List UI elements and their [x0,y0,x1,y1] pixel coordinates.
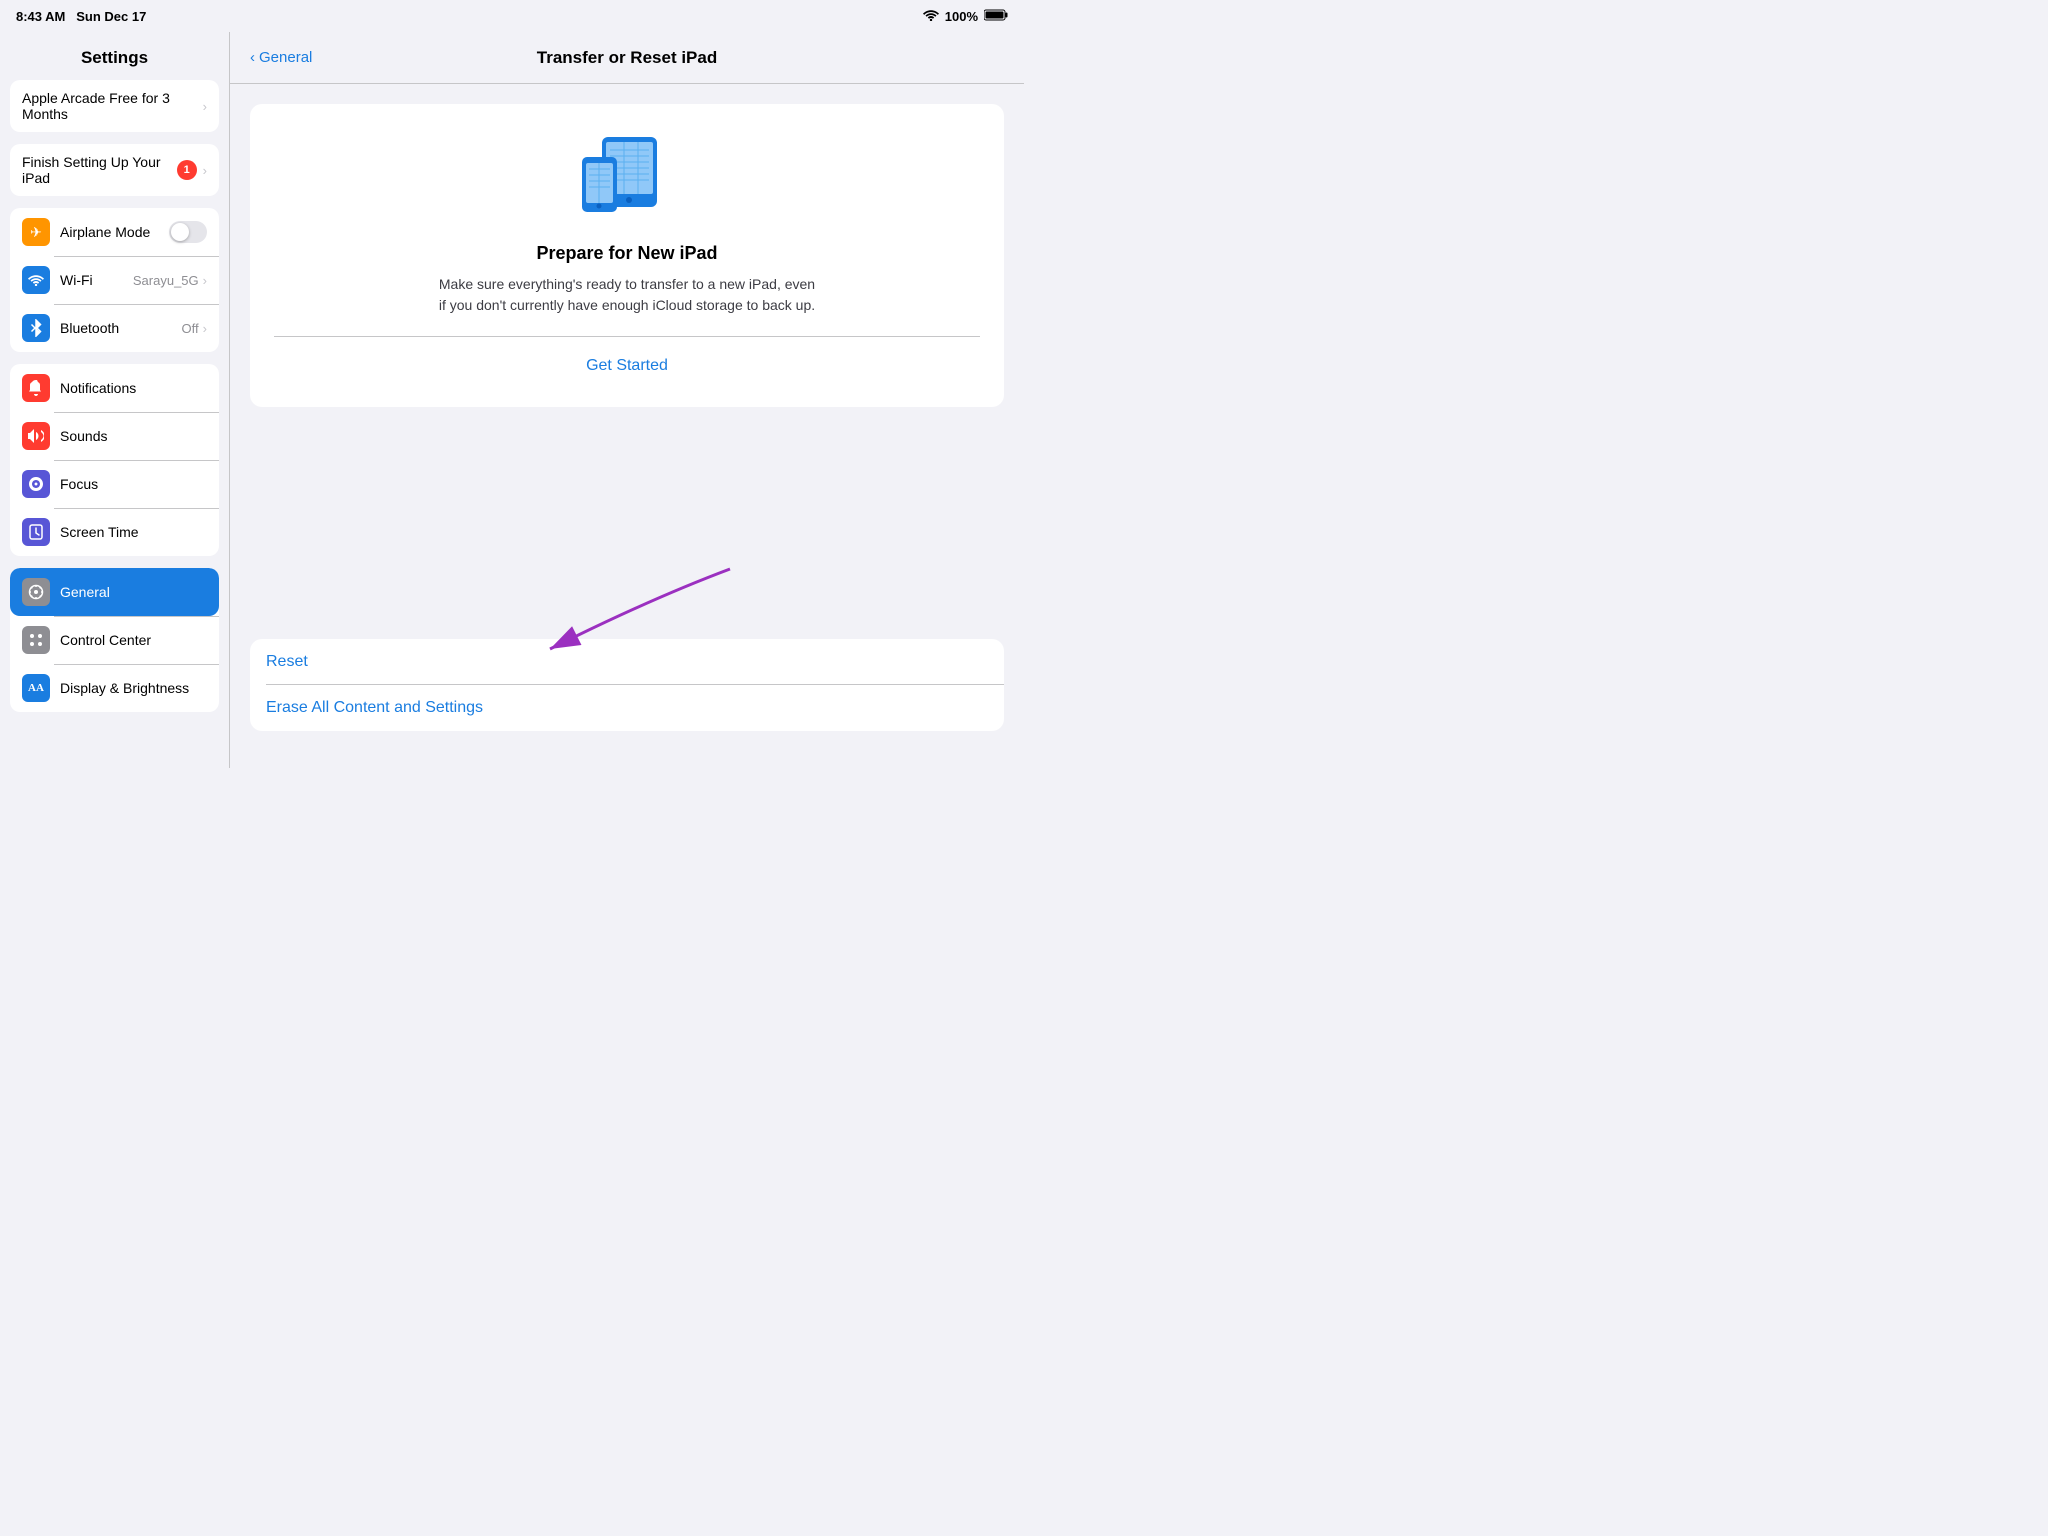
sidebar-item-general[interactable]: General [10,568,219,616]
sidebar-item-screen-time[interactable]: Screen Time [10,508,219,556]
display-icon: AA [22,674,50,702]
airplane-toggle[interactable] [169,221,207,243]
sidebar-item-notifications[interactable]: Notifications [10,364,219,412]
prepare-title: Prepare for New iPad [536,243,717,264]
sidebar-item-arcade[interactable]: Apple Arcade Free for 3 Months › [10,80,219,132]
notifications-icon [22,374,50,402]
erase-item[interactable]: Erase All Content and Settings [250,685,1004,731]
status-indicators: 100% [923,9,1008,24]
sidebar-group-setup: Finish Setting Up Your iPad 1 › [10,144,219,196]
general-icon [22,578,50,606]
airplane-icon: ✈ [22,218,50,246]
back-chevron-icon: ‹ [250,49,255,66]
sounds-icon [22,422,50,450]
sidebar-item-bluetooth[interactable]: Bluetooth Off › [10,304,219,352]
app-body: Settings Apple Arcade Free for 3 Months … [0,32,1024,768]
control-center-icon [22,626,50,654]
back-label: General [259,49,312,66]
get-started-button[interactable]: Get Started [586,353,668,379]
battery-percentage: 100% [945,9,978,24]
prepare-description: Make sure everything's ready to transfer… [437,274,817,316]
sidebar: Settings Apple Arcade Free for 3 Months … [0,32,230,768]
status-time-date: 8:43 AM Sun Dec 17 [16,9,146,24]
sidebar-item-sounds[interactable]: Sounds [10,412,219,460]
sidebar-group-connectivity: ✈ Airplane Mode Wi-Fi Sarayu_5G › [10,208,219,352]
sidebar-item-airplane[interactable]: ✈ Airplane Mode [10,208,219,256]
devices-illustration [577,132,677,227]
sidebar-group-system: Notifications Sounds Fo [10,364,219,556]
reset-item[interactable]: Reset [250,639,1004,685]
prepare-divider [274,336,980,337]
back-button[interactable]: ‹ General [250,49,312,66]
sidebar-title: Settings [0,40,229,80]
bluetooth-icon [22,314,50,342]
content-header: ‹ General Transfer or Reset iPad [230,32,1024,84]
focus-icon [22,470,50,498]
sidebar-item-control-center[interactable]: Control Center [10,616,219,664]
status-bar: 8:43 AM Sun Dec 17 100% [0,0,1024,32]
chevron-icon: › [203,163,207,178]
wifi-setting-icon [22,266,50,294]
content-body: Prepare for New iPad Make sure everythin… [230,84,1024,751]
sidebar-item-wifi[interactable]: Wi-Fi Sarayu_5G › [10,256,219,304]
sidebar-item-display[interactable]: AA Display & Brightness [10,664,219,712]
chevron-icon: › [203,321,207,336]
sidebar-group-promo: Apple Arcade Free for 3 Months › [10,80,219,132]
page-title: Transfer or Reset iPad [537,48,717,68]
content-panel: ‹ General Transfer or Reset iPad [230,32,1024,768]
battery-icon [984,9,1008,24]
sidebar-group-device: General Control Center AA [10,568,219,712]
sidebar-item-focus[interactable]: Focus [10,460,219,508]
setup-badge: 1 [177,160,197,180]
wifi-icon [923,9,939,24]
reset-card: Reset Erase All Content and Settings [250,639,1004,731]
screen-time-icon [22,518,50,546]
prepare-card: Prepare for New iPad Make sure everythin… [250,104,1004,407]
chevron-icon: › [203,99,207,114]
sidebar-item-finish-setup[interactable]: Finish Setting Up Your iPad 1 › [10,144,219,196]
chevron-icon: › [203,273,207,288]
